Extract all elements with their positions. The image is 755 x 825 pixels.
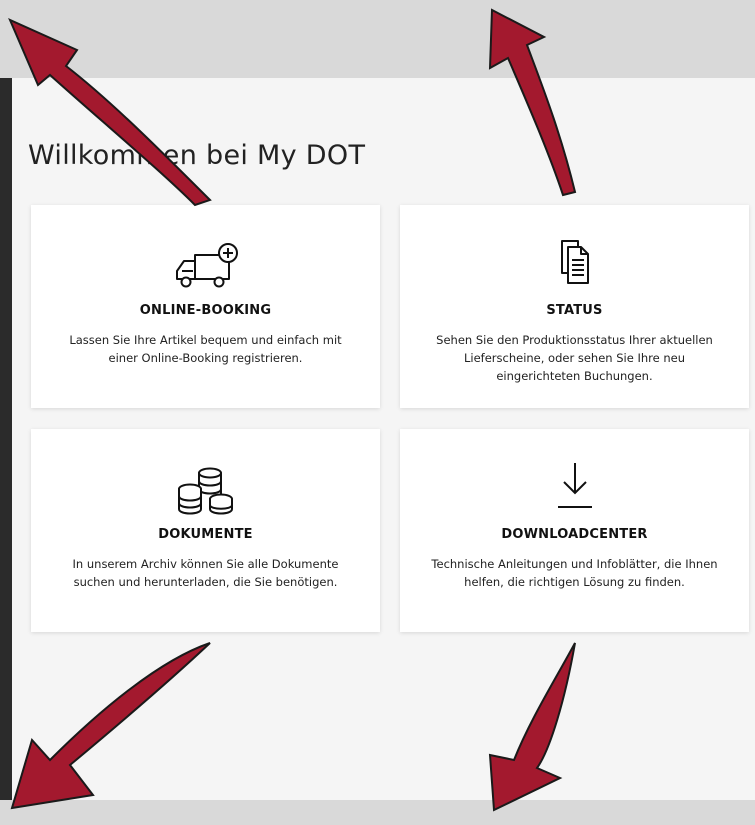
card-online-booking[interactable]: ONLINE-BOOKING Lassen Sie Ihre Artikel b… xyxy=(31,205,380,408)
card-status[interactable]: STATUS Sehen Sie den Produktionsstatus I… xyxy=(400,205,749,408)
truck-plus-icon xyxy=(173,241,239,291)
page-title: Willkommen bei My DOT xyxy=(28,140,366,171)
card-description: In unserem Archiv können Sie alle Dokume… xyxy=(72,557,339,589)
main-panel: Willkommen bei My DOT ONLINE-BOOKING Las… xyxy=(12,78,755,800)
card-title: DOWNLOADCENTER xyxy=(501,527,648,542)
coins-stack-icon xyxy=(176,463,236,517)
card-title: STATUS xyxy=(546,303,603,318)
download-icon xyxy=(555,459,595,511)
card-description: Lassen Sie Ihre Artikel bequem und einfa… xyxy=(69,333,342,365)
sidebar-strip xyxy=(0,78,12,800)
card-title: DOKUMENTE xyxy=(158,527,253,542)
card-title: ONLINE-BOOKING xyxy=(139,303,272,318)
card-description: Technische Anleitungen und Infoblätter, … xyxy=(431,557,718,589)
card-description: Sehen Sie den Produktionsstatus Ihrer ak… xyxy=(436,333,713,383)
card-dokumente[interactable]: DOKUMENTE In unserem Archiv können Sie a… xyxy=(31,429,380,632)
documents-icon xyxy=(558,239,592,285)
card-downloadcenter[interactable]: DOWNLOADCENTER Technische Anleitungen un… xyxy=(400,429,749,632)
